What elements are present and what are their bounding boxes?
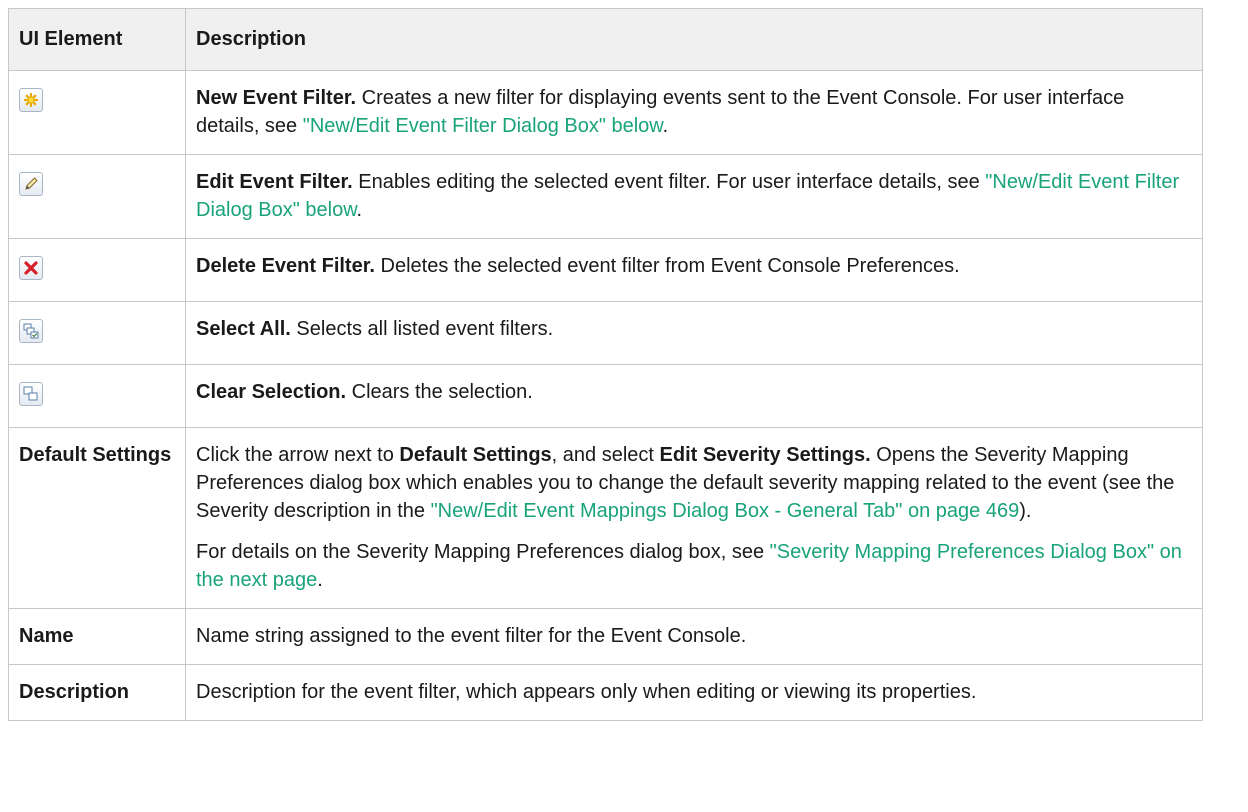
table-row: Clear Selection. Clears the selection. <box>8 364 1203 428</box>
element-cell <box>8 70 186 155</box>
table-row: Description Description for the event fi… <box>8 664 1203 721</box>
new-filter-star-icon[interactable] <box>19 87 43 112</box>
clear-selection-icon[interactable] <box>19 381 43 406</box>
row-title: Select All. <box>196 318 291 340</box>
description-cell: Edit Event Filter. Enables editing the s… <box>185 154 1203 239</box>
row-text: Selects all listed event filters. <box>290 318 554 340</box>
table-row: Name Name string assigned to the event f… <box>8 608 1203 665</box>
description-cell: Delete Event Filter. Deletes the selecte… <box>185 238 1203 302</box>
bold-text: Edit Severity Settings. <box>659 444 871 466</box>
element-cell <box>8 154 186 239</box>
element-cell-description: Description <box>8 664 186 721</box>
link-new-edit-filter[interactable]: "New/Edit Event Filter Dialog Box" below <box>303 115 663 137</box>
delete-x-icon[interactable] <box>19 255 43 280</box>
description-cell: Click the arrow next to Default Settings… <box>185 427 1203 609</box>
row-title: Clear Selection. <box>196 381 347 403</box>
paragraph: For details on the Severity Mapping Pref… <box>196 538 1192 594</box>
paragraph: Click the arrow next to Default Settings… <box>196 441 1192 525</box>
row-title: Edit Event Filter. <box>196 171 353 193</box>
row-text: Enables editing the selected event filte… <box>352 171 986 193</box>
row-title: Delete Event Filter. <box>196 255 375 277</box>
description-cell: New Event Filter. Creates a new filter f… <box>185 70 1203 155</box>
description-cell: Clear Selection. Clears the selection. <box>185 364 1203 428</box>
row-tail: . <box>356 199 363 221</box>
table-header-row: UI Element Description <box>8 8 1203 71</box>
row-tail: . <box>662 115 669 137</box>
text: , and select <box>551 444 660 466</box>
ui-element-table: UI Element Description New Event Filter. <box>8 8 1203 721</box>
bold-text: Default Settings <box>399 444 552 466</box>
row-title: New Event Filter. <box>196 87 357 109</box>
table-row: Select All. Selects all listed event fil… <box>8 301 1203 365</box>
table-row: Default Settings Click the arrow next to… <box>8 427 1203 609</box>
element-cell <box>8 238 186 302</box>
table-row: New Event Filter. Creates a new filter f… <box>8 70 1203 155</box>
table-row: Edit Event Filter. Enables editing the s… <box>8 154 1203 239</box>
row-text: Clears the selection. <box>346 381 533 403</box>
header-ui-element: UI Element <box>8 8 186 71</box>
description-cell: Name string assigned to the event filter… <box>185 608 1203 665</box>
text: Click the arrow next to <box>196 444 400 466</box>
element-cell-default-settings: Default Settings <box>8 427 186 609</box>
text: . <box>317 569 323 591</box>
edit-pencil-icon[interactable] <box>19 171 43 196</box>
header-description: Description <box>185 8 1203 71</box>
text: ). <box>1019 500 1032 522</box>
table-row: Delete Event Filter. Deletes the selecte… <box>8 238 1203 302</box>
element-cell <box>8 364 186 428</box>
description-cell: Description for the event filter, which … <box>185 664 1203 721</box>
row-text: Deletes the selected event filter from E… <box>374 255 960 277</box>
element-cell <box>8 301 186 365</box>
select-all-icon[interactable] <box>19 318 43 343</box>
link-event-mappings-general-tab[interactable]: "New/Edit Event Mappings Dialog Box - Ge… <box>431 500 1020 522</box>
text: For details on the Severity Mapping Pref… <box>196 541 770 563</box>
description-cell: Select All. Selects all listed event fil… <box>185 301 1203 365</box>
element-cell-name: Name <box>8 608 186 665</box>
